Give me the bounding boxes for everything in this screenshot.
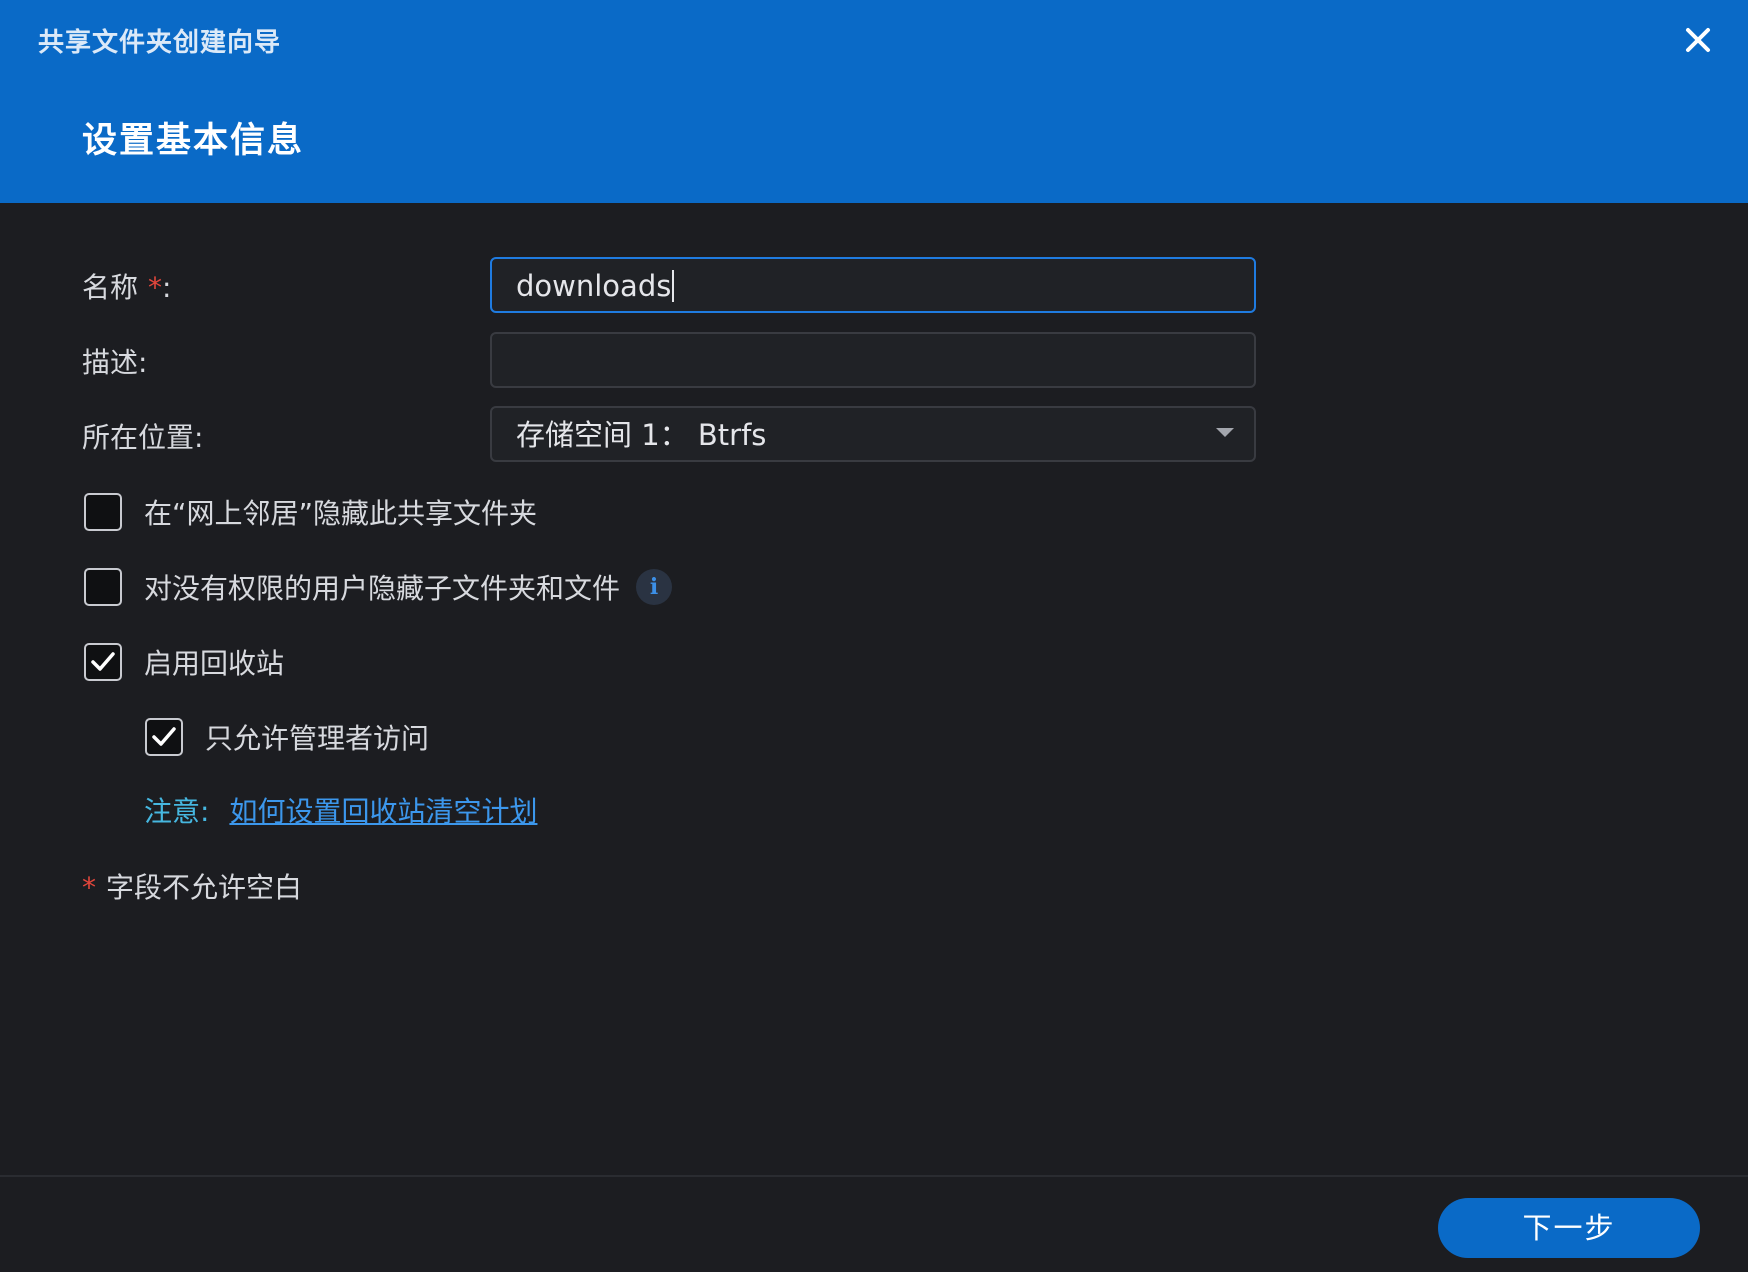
required-note-text: 字段不允许空白: [106, 871, 303, 904]
shared-folder-wizard-window: 共享文件夹创建向导 设置基本信息 名称 *: downloads 描述: 所在位置…: [0, 0, 1748, 1272]
wizard-header: 共享文件夹创建向导 设置基本信息: [0, 0, 1748, 203]
chevron-down-icon: [1216, 428, 1234, 437]
close-icon: [1686, 28, 1710, 52]
required-star: *: [82, 871, 96, 904]
enable-recycle-bin-checkbox[interactable]: [84, 643, 122, 681]
step-title: 设置基本信息: [82, 121, 305, 161]
name-input[interactable]: downloads: [490, 257, 1256, 313]
admin-only-checkbox[interactable]: [145, 718, 183, 756]
next-button[interactable]: 下一步: [1438, 1198, 1700, 1258]
info-icon[interactable]: i: [636, 569, 673, 605]
recycle-bin-note: 注意: 如何设置回收站清空计划: [144, 790, 537, 834]
description-input[interactable]: [490, 332, 1256, 388]
location-label: 所在位置:: [82, 421, 204, 454]
option-admin-only: 只允许管理者访问: [145, 715, 429, 759]
close-button[interactable]: [1678, 20, 1718, 60]
name-label-colon: :: [162, 271, 172, 304]
option-hide-subfolders: 对没有权限的用户隐藏子文件夹和文件 i: [84, 565, 673, 609]
hide-in-network-label: 在“网上邻居”隐藏此共享文件夹: [144, 497, 538, 530]
checkmark-icon: [152, 727, 176, 746]
enable-recycle-bin-label: 启用回收站: [144, 647, 285, 680]
required-field-note: * 字段不允许空白: [82, 866, 302, 910]
option-hide-in-network: 在“网上邻居”隐藏此共享文件夹: [84, 490, 537, 534]
hide-in-network-checkbox[interactable]: [84, 493, 122, 531]
option-enable-recycle-bin: 启用回收站: [84, 640, 284, 684]
wizard-title: 共享文件夹创建向导: [38, 28, 282, 58]
name-label-text: 名称: [82, 271, 139, 304]
recycle-bin-schedule-link[interactable]: 如何设置回收站清空计划: [229, 795, 537, 828]
note-label: 注意:: [144, 795, 210, 828]
required-mark: *: [148, 271, 163, 304]
checkmark-icon: [91, 652, 115, 671]
hide-subfolders-label: 对没有权限的用户隐藏子文件夹和文件: [144, 572, 621, 605]
admin-only-label: 只允许管理者访问: [205, 722, 430, 755]
text-caret: [672, 270, 675, 302]
hide-subfolders-checkbox[interactable]: [84, 568, 122, 606]
location-select-value: 存储空间 1： Btrfs: [516, 418, 767, 452]
name-label: 名称 *:: [82, 258, 171, 318]
name-input-value: downloads: [516, 269, 672, 303]
footer-divider: [0, 1175, 1748, 1177]
description-label: 描述:: [82, 346, 148, 379]
location-select[interactable]: 存储空间 1： Btrfs: [490, 406, 1256, 462]
